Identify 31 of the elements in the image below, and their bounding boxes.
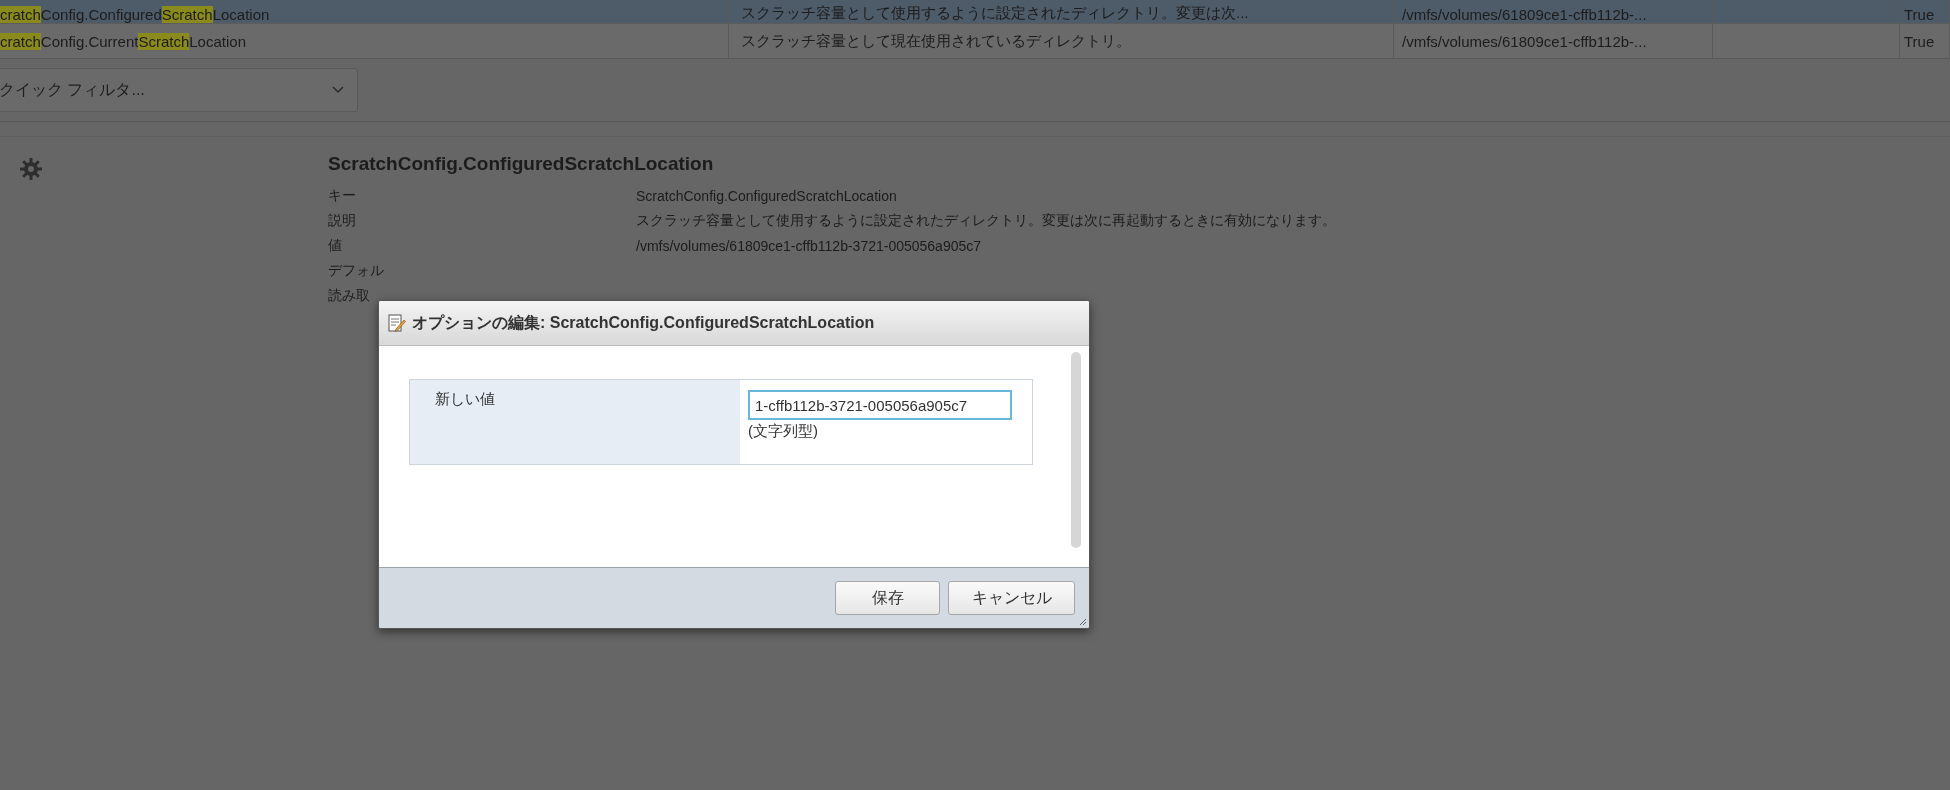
quick-filter-dropdown[interactable]: クイック フィルタ... — [0, 68, 358, 112]
edit-note-icon — [388, 313, 406, 333]
scrollbar[interactable] — [1071, 352, 1081, 548]
field-label: 新しい値 — [435, 390, 495, 407]
dialog-button[interactable]: 保存 — [835, 581, 940, 615]
table-cell: スクラッチ容量として現在使用されているディレクトリ。 — [741, 31, 1131, 51]
table-cell: cratchConfig.CurrentScratchLocation — [0, 32, 246, 50]
detail-label: デフォル — [328, 261, 385, 280]
table-cell: /vmfs/volumes/61809ce1-cffb112b-... — [1402, 6, 1647, 23]
detail-label: キー — [328, 186, 357, 205]
caret-icon — [332, 86, 344, 94]
resize-grip-icon — [1079, 618, 1087, 626]
table-row[interactable]: cratchConfig.CurrentScratchLocation スクラッチ容量として現在使用されているディレクトリ。 /vmfs/volumes/61809ce1-cffb112b-... True — [0, 24, 1950, 59]
table-row[interactable]: cratchConfig.ConfiguredScratchLocation スクラッチ容量として使用するように設定されたディレクトリ。変更は次... /vmfs/volumes/61809ce1-cffb112b-... True — [0, 0, 1950, 24]
detail-label: 読み取 — [328, 286, 371, 305]
dialog-button[interactable]: キャンセル — [948, 581, 1075, 615]
gear-icon — [19, 157, 43, 181]
value-input-field[interactable]: 1-cffb112b-3721-005056a905c7 — [748, 390, 1012, 420]
dialog-title: オプションの編集: ScratchConfig.ConfiguredScratchLocation — [412, 312, 875, 333]
detail-value: スクラッチ容量として使用するように設定されたディレクトリ。変更は次に再起動するときに有効になります。 — [636, 211, 1336, 230]
table-cell: True — [1904, 32, 1935, 50]
table-cell: cratchConfig.ConfiguredScratchLocation — [0, 6, 270, 23]
table-cell: /vmfs/volumes/61809ce1-cffb112b-... — [1402, 32, 1647, 50]
detail-value: /vmfs/volumes/61809ce1-cffb112b-3721-005056a905c7 — [636, 237, 982, 254]
detail-value: ScratchConfig.ConfiguredScratchLocation — [636, 187, 897, 204]
detail-label: 値 — [328, 236, 343, 255]
table-cell: スクラッチ容量として使用するように設定されたディレクトリ。変更は次... — [741, 4, 1249, 23]
table-cell: True — [1904, 6, 1935, 23]
type-hint: (文字列型) — [748, 422, 819, 441]
option-title: ScratchConfig.ConfiguredScratchLocation — [328, 153, 715, 175]
detail-label: 説明 — [328, 211, 357, 230]
